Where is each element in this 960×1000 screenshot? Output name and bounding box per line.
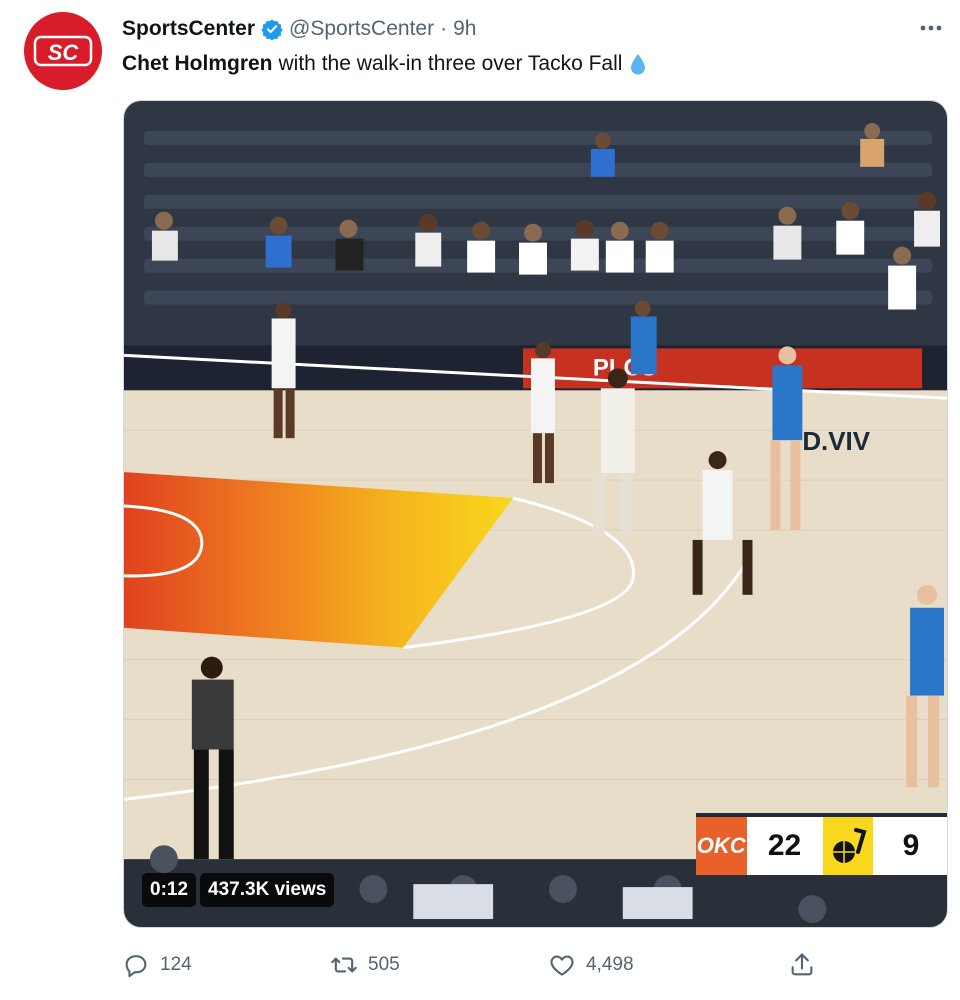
tweet-actions: 124 505 4,498 bbox=[0, 948, 960, 982]
reply-count: 124 bbox=[160, 954, 192, 975]
tweet-header: SportsCenter @SportsCenter · 9h bbox=[122, 15, 476, 43]
droplet-icon bbox=[628, 52, 648, 76]
svg-text:SC: SC bbox=[48, 40, 80, 65]
scorebug: OKC 22 9 bbox=[696, 813, 947, 875]
tweet-text-rest: with the walk-in three over Tacko Fall bbox=[278, 52, 623, 75]
tweet-text: Chet Holmgren with the walk-in three ove… bbox=[122, 50, 648, 78]
like-count: 4,498 bbox=[586, 954, 634, 975]
video-views: 437.3K views bbox=[200, 873, 335, 907]
retweet-button[interactable]: 505 bbox=[330, 948, 400, 982]
more-options-icon[interactable] bbox=[916, 16, 946, 40]
sportscenter-logo-icon: SC bbox=[33, 35, 93, 67]
tweet-timestamp[interactable]: 9h bbox=[453, 17, 476, 41]
author-name[interactable]: SportsCenter bbox=[122, 17, 255, 41]
retweet-count: 505 bbox=[368, 954, 400, 975]
verified-badge-icon bbox=[261, 18, 283, 40]
like-button[interactable]: 4,498 bbox=[548, 948, 634, 982]
svg-text:D.VIV: D.VIV bbox=[802, 428, 870, 456]
share-icon bbox=[791, 953, 813, 976]
retweet-icon bbox=[331, 957, 357, 973]
tweet-text-bold: Chet Holmgren bbox=[122, 52, 273, 75]
video-timestamp: 0:12 bbox=[142, 873, 197, 907]
video-frame: PLCS D.VIV bbox=[124, 101, 947, 927]
reply-icon bbox=[125, 955, 147, 978]
team2-score: 9 bbox=[902, 829, 920, 862]
heart-icon bbox=[550, 955, 574, 976]
separator-dot: · bbox=[440, 17, 448, 40]
team1-score: 22 bbox=[767, 829, 802, 862]
jazz-logo-icon bbox=[822, 817, 873, 875]
author-handle[interactable]: @SportsCenter bbox=[289, 17, 434, 41]
video-stats: 0:12 437.3K views bbox=[142, 873, 335, 907]
okc-logo-icon: OKC bbox=[696, 817, 747, 875]
video-player[interactable]: PLCS D.VIV 0:12 437.3K views OKC 22 9 bbox=[123, 100, 948, 928]
reply-button[interactable]: 124 bbox=[122, 948, 192, 982]
avatar[interactable]: SC bbox=[24, 12, 102, 90]
share-button[interactable] bbox=[788, 948, 816, 982]
